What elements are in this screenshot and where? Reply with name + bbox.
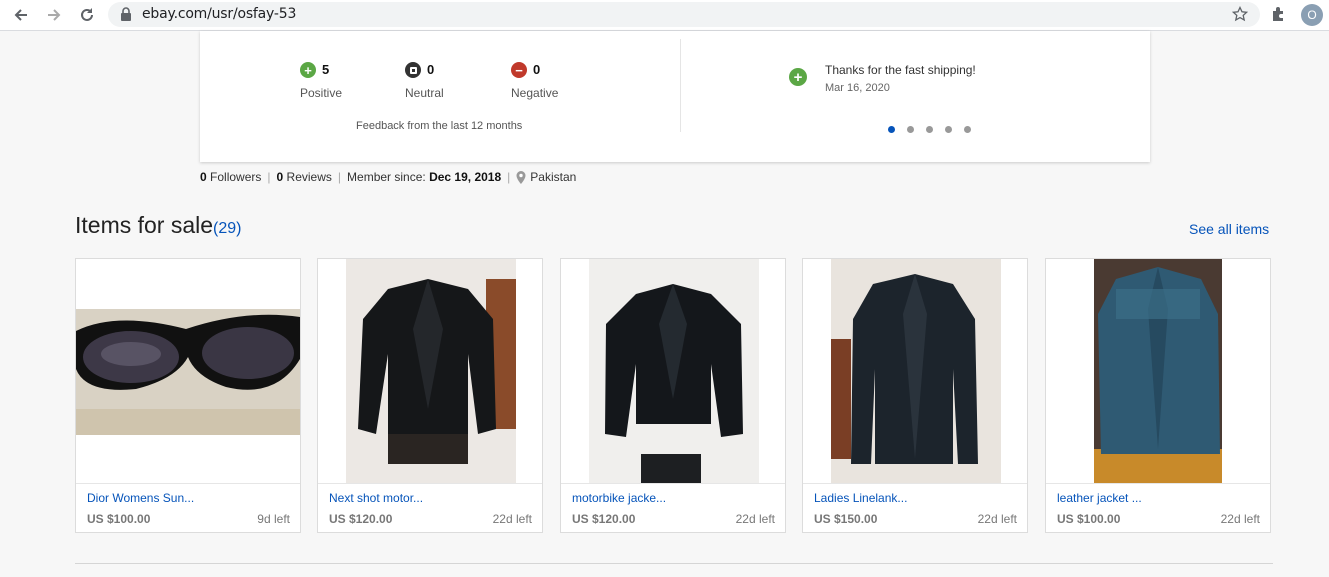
carousel-dot[interactable] (945, 126, 952, 133)
item-time-left: 9d left (257, 512, 290, 526)
see-all-items-link[interactable]: See all items (1189, 221, 1269, 237)
positive-comment-icon: + (789, 68, 807, 86)
arrow-right-icon (48, 9, 61, 21)
feedback-comment: Thanks for the fast shipping! (825, 63, 976, 77)
carousel-dot[interactable] (964, 126, 971, 133)
item-time-left: 22d left (1220, 512, 1260, 526)
feedback-comment-date: Mar 16, 2020 (825, 82, 890, 94)
separator: | (337, 170, 342, 184)
item-title[interactable]: motorbike jacke... (572, 491, 666, 505)
location-pin-icon (516, 170, 526, 184)
extensions-puzzle-icon[interactable] (1270, 5, 1288, 23)
item-time-left: 22d left (977, 512, 1017, 526)
negative-label: Negative (511, 86, 559, 100)
item-title[interactable]: Dior Womens Sun... (87, 491, 194, 505)
item-title[interactable]: Ladies Linelank... (814, 491, 907, 505)
item-title[interactable]: Next shot motor... (329, 491, 423, 505)
reload-icon (81, 8, 93, 21)
address-bar[interactable]: ebay.com/usr/osfay-53 (108, 2, 1260, 27)
browser-toolbar: ebay.com/usr/osfay-53 O (0, 0, 1329, 31)
bookmark-star-icon[interactable] (1232, 6, 1248, 22)
feedback-card: + 5 Positive 0 Neutral − 0 Negative Feed… (200, 31, 1150, 162)
carousel-dot[interactable] (888, 126, 895, 133)
followers-label: Followers (210, 170, 262, 184)
item-image-leather-jacket[interactable] (318, 259, 542, 484)
carousel-dot[interactable] (926, 126, 933, 133)
item-tile[interactable]: Ladies Linelank... US $150.00 22d left (802, 258, 1028, 533)
member-since-date: Dec 19, 2018 (429, 170, 502, 184)
item-time-left: 22d left (735, 512, 775, 526)
url-text: ebay.com/usr/osfay-53 (142, 6, 297, 22)
items-title-text: Items for sale (75, 212, 214, 238)
item-price: US $150.00 (814, 512, 878, 526)
item-image-sunglasses[interactable] (76, 259, 300, 484)
section-divider (75, 563, 1273, 564)
item-tile[interactable]: motorbike jacke... US $120.00 22d left (560, 258, 786, 533)
minus-circle-icon: − (511, 62, 527, 78)
item-image-motorbike-jacket[interactable] (561, 259, 785, 484)
positive-label: Positive (300, 86, 343, 100)
items-count: (29) (213, 220, 242, 237)
member-since-label: Member since: (347, 170, 426, 184)
arrow-left-icon (14, 9, 27, 21)
items-for-sale-heading: Items for sale(29) (75, 212, 242, 239)
item-tile[interactable]: leather jacket ... US $100.00 22d left (1045, 258, 1271, 533)
carousel-dot[interactable] (907, 126, 914, 133)
card-divider (680, 39, 681, 132)
item-price: US $100.00 (1057, 512, 1121, 526)
neutral-label: Neutral (405, 86, 444, 100)
item-tile[interactable]: Dior Womens Sun... US $100.00 9d left (75, 258, 301, 533)
neutral-circle-icon (405, 62, 421, 78)
feedback-period: Feedback from the last 12 months (356, 120, 523, 132)
separator: | (267, 170, 271, 184)
profile-avatar[interactable]: O (1301, 4, 1323, 26)
reviews-label: Reviews (286, 170, 332, 184)
reload-button[interactable] (76, 4, 98, 26)
item-price: US $120.00 (329, 512, 393, 526)
profile-meta: 0 Followers | 0 Reviews | Member since: … (200, 170, 576, 184)
reviews-count: 0 (276, 170, 284, 184)
back-button[interactable] (10, 4, 32, 26)
negative-count: 0 (533, 62, 541, 77)
item-title[interactable]: leather jacket ... (1057, 491, 1142, 505)
forward-button[interactable] (43, 4, 65, 26)
item-tile[interactable]: Next shot motor... US $120.00 22d left (317, 258, 543, 533)
item-price: US $120.00 (572, 512, 636, 526)
item-time-left: 22d left (492, 512, 532, 526)
followers-count: 0 (200, 170, 207, 184)
item-image-blue-leather-jacket[interactable] (1046, 259, 1270, 484)
separator: | (507, 170, 511, 184)
lock-icon (121, 7, 131, 21)
positive-count: 5 (322, 62, 330, 77)
item-image-leather-coat[interactable] (803, 259, 1027, 484)
carousel-dots (888, 126, 971, 133)
neutral-count: 0 (427, 62, 435, 77)
location: Pakistan (530, 170, 577, 184)
plus-circle-icon: + (300, 62, 316, 78)
item-price: US $100.00 (87, 512, 151, 526)
